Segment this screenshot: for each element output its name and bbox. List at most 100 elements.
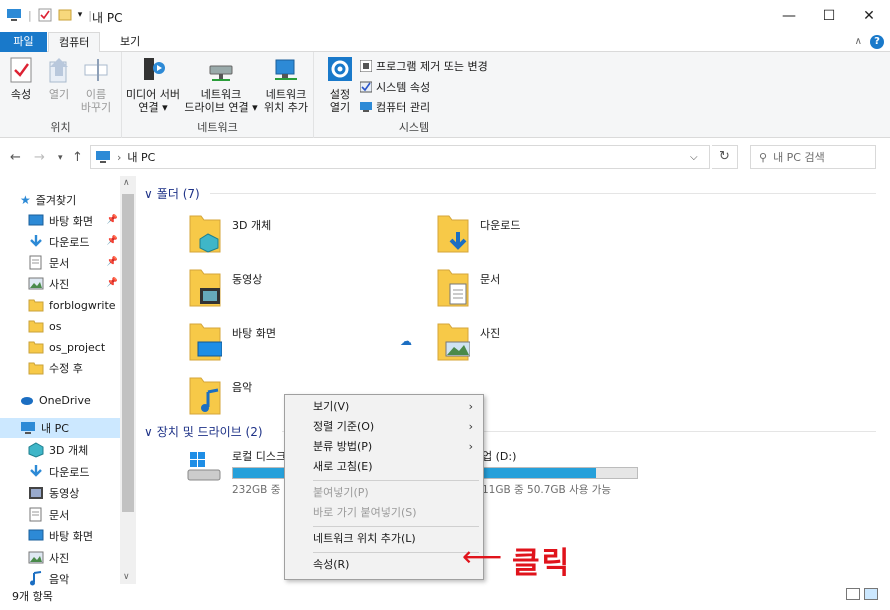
nav-quick-item[interactable]: 바탕 화면 📌 [28,211,120,231]
program-icon [360,60,372,72]
properties-check-icon[interactable] [38,8,52,22]
menu-separator [313,480,479,481]
group-label-system: 시스템 [398,121,430,134]
open-settings-button[interactable]: 설정 열기 [324,56,356,114]
folder-item[interactable]: 다운로드 [436,210,636,254]
collapse-ribbon-icon[interactable]: ∧ [855,36,862,47]
nav-this-pc[interactable]: 내 PC [0,418,120,438]
desktop-icon [28,529,44,541]
settings-gear-icon [327,56,353,84]
nav-pc-item[interactable]: 문서 [28,505,120,525]
nav-pc-item[interactable]: 3D 개체 [28,440,120,460]
folder-document-icon [436,266,470,307]
scroll-down-icon[interactable]: ∨ [123,572,130,582]
nav-pc-item[interactable]: 바탕 화면 [28,526,120,546]
add-network-location-button[interactable]: 네트워크 위치 추가 [260,56,312,114]
search-input[interactable]: ⚲ 내 PC 검색 [750,145,876,169]
nav-pc-item[interactable]: 사진 [28,548,120,568]
annotation-arrow-icon: ⟵ [462,540,503,573]
rename-button[interactable]: 이름 바꾸기 [78,56,114,114]
up-arrow-icon[interactable]: ↑ [72,150,83,165]
menu-item-add-network-location[interactable]: 네트워크 위치 추가(L) [285,529,483,549]
computer-management-button[interactable]: 컴퓨터 관리 [360,99,430,115]
windows-drive-icon [187,452,221,481]
tab-view[interactable]: 보기 [110,32,150,52]
nav-quick-item[interactable]: 수정 후 [28,358,120,378]
rename-icon [83,56,109,84]
menu-item-paste-shortcut[interactable]: 바로 가기 붙여넣기(S) [285,503,483,523]
video-icon [29,487,43,499]
customize-qa-dropdown[interactable]: ▾ [78,10,83,20]
properties-button[interactable]: 속성 [6,56,36,101]
ribbon-group-network: 미디어 서버 연결 ▾ 네트워크 드라이브 연결 ▾ 네트워크 위치 추가 네트… [122,52,314,138]
folder-item[interactable]: 사진 [436,318,636,362]
back-arrow-icon[interactable]: ← [10,150,21,165]
open-button[interactable]: 열기 [44,56,74,101]
menu-item-refresh[interactable]: 새로 고침(E) [285,457,483,477]
folder-icon [28,299,44,312]
folder-music-icon [188,374,222,415]
folder-item[interactable]: 바탕 화면 [188,318,388,362]
help-icon[interactable]: ? [870,35,884,49]
drives-section-header[interactable]: ∨ 장치 및 드라이브 (2) [144,423,263,440]
pin-icon[interactable]: 📌 [107,257,118,267]
menu-item-group[interactable]: 분류 방법(P) › [285,437,483,457]
folder-item[interactable]: 문서 [436,264,636,308]
folders-section-header[interactable]: ∨ 폴더 (7) [144,185,200,202]
group-label-location: 위치 [50,121,71,134]
recent-locations-icon[interactable]: ▾ [58,153,63,163]
chevron-down-icon: ∨ [144,424,153,439]
map-network-drive-button[interactable]: 네트워크 드라이브 연결 ▾ [182,56,260,114]
menu-item-view[interactable]: 보기(V) › [285,397,483,417]
tab-computer[interactable]: 컴퓨터 [48,32,101,53]
menu-item-sort[interactable]: 정렬 기준(O) › [285,417,483,437]
nav-quick-item[interactable]: os [28,316,120,336]
nav-scrollbar[interactable]: ∧ ∨ [120,176,136,584]
nav-pc-item[interactable]: 동영상 [28,483,120,503]
ribbon-group-location: 속성 열기 이름 바꾸기 위치 [0,52,122,138]
menu-item-properties[interactable]: 속성(R) [285,555,483,575]
nav-quick-item[interactable]: os_project [28,337,120,357]
new-folder-icon[interactable] [58,8,72,22]
uninstall-program-button[interactable]: 프로그램 제거 또는 변경 [360,58,488,74]
nav-quick-item[interactable]: forblogwrite [28,295,120,315]
pin-icon[interactable]: 📌 [107,278,118,288]
nav-quick-item[interactable]: 사진 📌 [28,274,120,294]
address-history-dropdown[interactable]: ⌵ [690,152,698,163]
pin-icon[interactable]: 📌 [107,236,118,246]
pin-icon[interactable]: 📌 [107,215,118,225]
scroll-up-icon[interactable]: ∧ [123,178,130,188]
address-bar[interactable]: › 내 PC [90,145,710,169]
view-buttons [846,588,878,600]
nav-quick-item[interactable]: 다운로드 📌 [28,232,120,252]
nav-pc-item[interactable]: 다운로드 [28,462,120,482]
system-properties-icon [360,81,372,93]
scroll-thumb[interactable] [122,194,134,512]
breadcrumb[interactable]: 내 PC [127,149,155,165]
folder-item[interactable]: 3D 개체 [188,210,388,254]
folder-label: 바탕 화면 [232,327,276,340]
forward-arrow-icon[interactable]: → [34,150,45,165]
system-properties-button[interactable]: 시스템 속성 [360,79,430,95]
cloud-icon [21,397,33,405]
folder-label: 동영상 [232,273,263,286]
refresh-button[interactable]: ↻ [712,145,738,169]
properties-icon [8,56,34,84]
network-location-icon [273,56,299,84]
tab-file[interactable]: 파일 [0,32,47,52]
folder-label: 3D 개체 [232,219,272,232]
nav-quick-item[interactable]: 문서 📌 [28,253,120,273]
group-label-network: 네트워크 [197,121,238,134]
media-server-button[interactable]: 미디어 서버 연결 ▾ [124,56,182,114]
folder-download-icon [436,212,470,253]
context-menu: 보기(V) › 정렬 기준(O) › 분류 방법(P) › 새로 고침(E) 붙… [284,394,484,580]
close-button[interactable]: ✕ [846,0,890,32]
large-icons-view-icon[interactable] [864,588,878,600]
menu-item-paste[interactable]: 붙여넣기(P) [285,483,483,503]
folder-icon [28,362,44,375]
ribbon-group-system: 설정 열기 프로그램 제거 또는 변경 시스템 속성 컴퓨터 관리 시스템 [314,52,514,138]
details-view-icon[interactable] [846,588,860,600]
quick-access-toolbar: | ▾ | [6,8,92,22]
computer-icon [96,151,110,163]
folder-item[interactable]: 동영상 [188,264,388,308]
